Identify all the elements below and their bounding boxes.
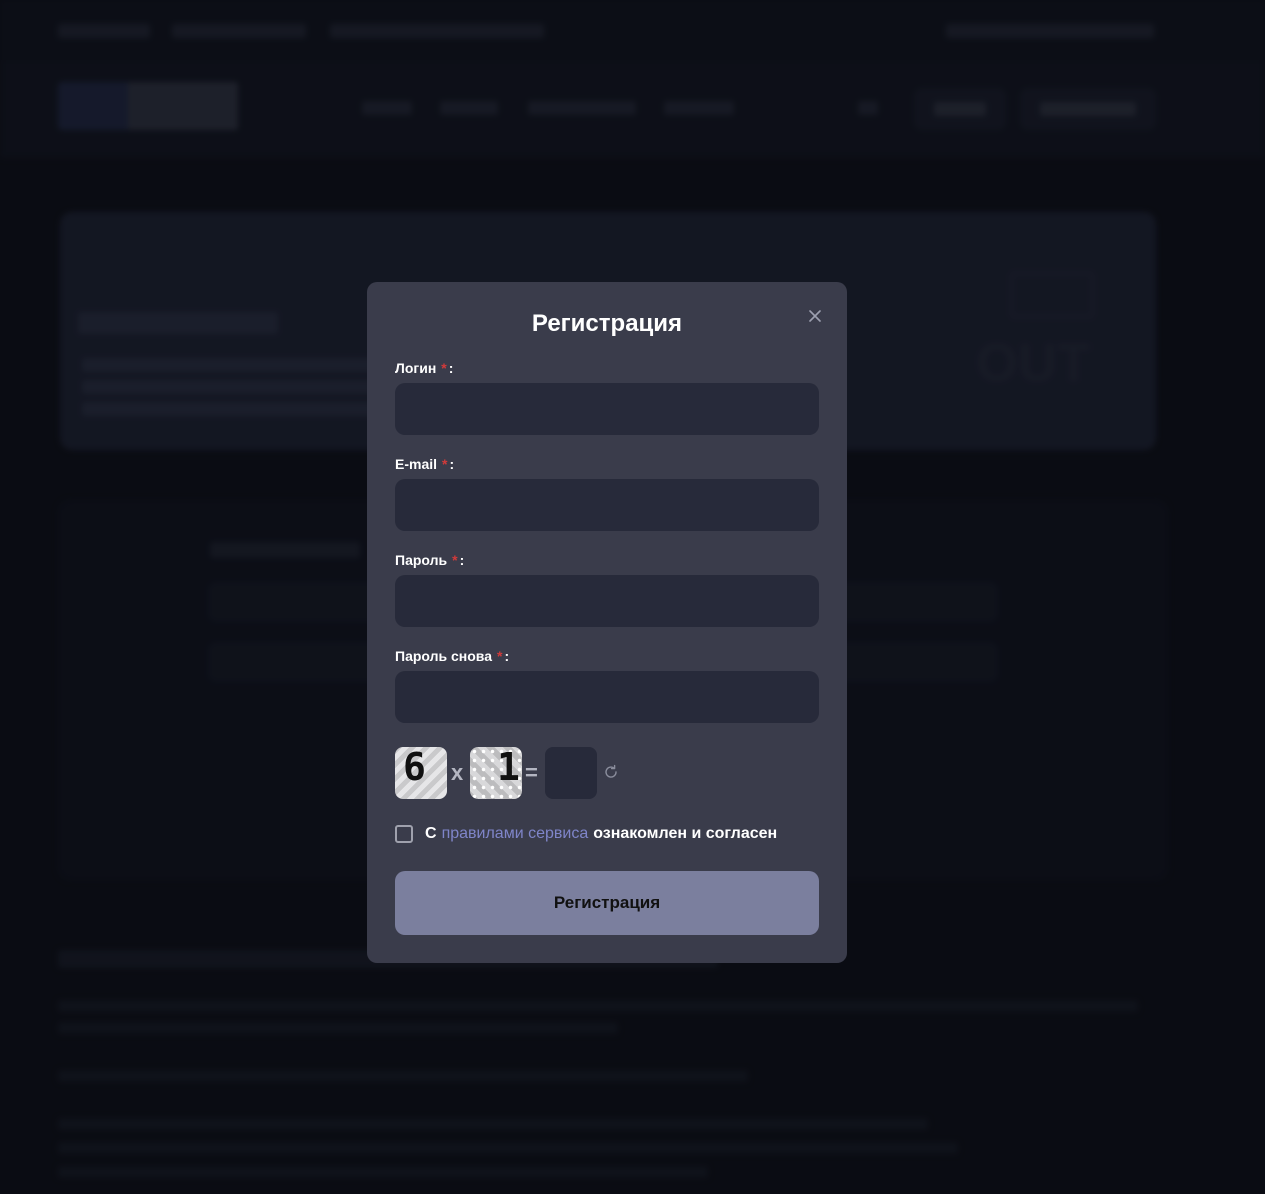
email-input[interactable] <box>395 479 819 531</box>
login-label: Логин *: <box>395 360 454 376</box>
agreement-checkbox[interactable] <box>395 825 413 843</box>
close-icon <box>809 310 821 322</box>
password-repeat-label: Пароль снова *: <box>395 648 510 664</box>
captcha-operand-b: 1 <box>497 747 520 789</box>
captcha-operand-b-image: 1 <box>470 747 522 799</box>
required-mark: * <box>497 648 503 664</box>
agreement-prefix: С <box>425 825 437 842</box>
login-input[interactable] <box>395 383 819 435</box>
registration-modal: Регистрация Логин *: E-mail *: Пароль *: Па… <box>367 282 847 963</box>
agreement-row: С правилами сервиса ознакомлен и согласе… <box>395 825 777 843</box>
required-mark: * <box>452 552 458 568</box>
password-label: Пароль *: <box>395 552 465 568</box>
register-button[interactable]: Регистрация <box>395 871 819 935</box>
captcha-operator: x <box>451 760 464 785</box>
refresh-icon[interactable] <box>603 764 619 780</box>
service-rules-link[interactable]: правилами сервиса <box>442 825 589 843</box>
captcha-operand-a-image: 6 <box>395 747 447 799</box>
modal-title: Регистрация <box>531 310 683 337</box>
close-button[interactable] <box>803 304 827 328</box>
required-mark: * <box>441 360 447 376</box>
password-repeat-input[interactable] <box>395 671 819 723</box>
captcha-operand-a: 6 <box>403 747 426 789</box>
captcha-answer-input[interactable] <box>545 747 597 799</box>
agreement-suffix: ознакомлен и согласен <box>593 825 778 842</box>
password-input[interactable] <box>395 575 819 627</box>
required-mark: * <box>442 456 448 472</box>
email-label: E-mail *: <box>395 456 455 472</box>
captcha-equals: = <box>525 760 538 785</box>
